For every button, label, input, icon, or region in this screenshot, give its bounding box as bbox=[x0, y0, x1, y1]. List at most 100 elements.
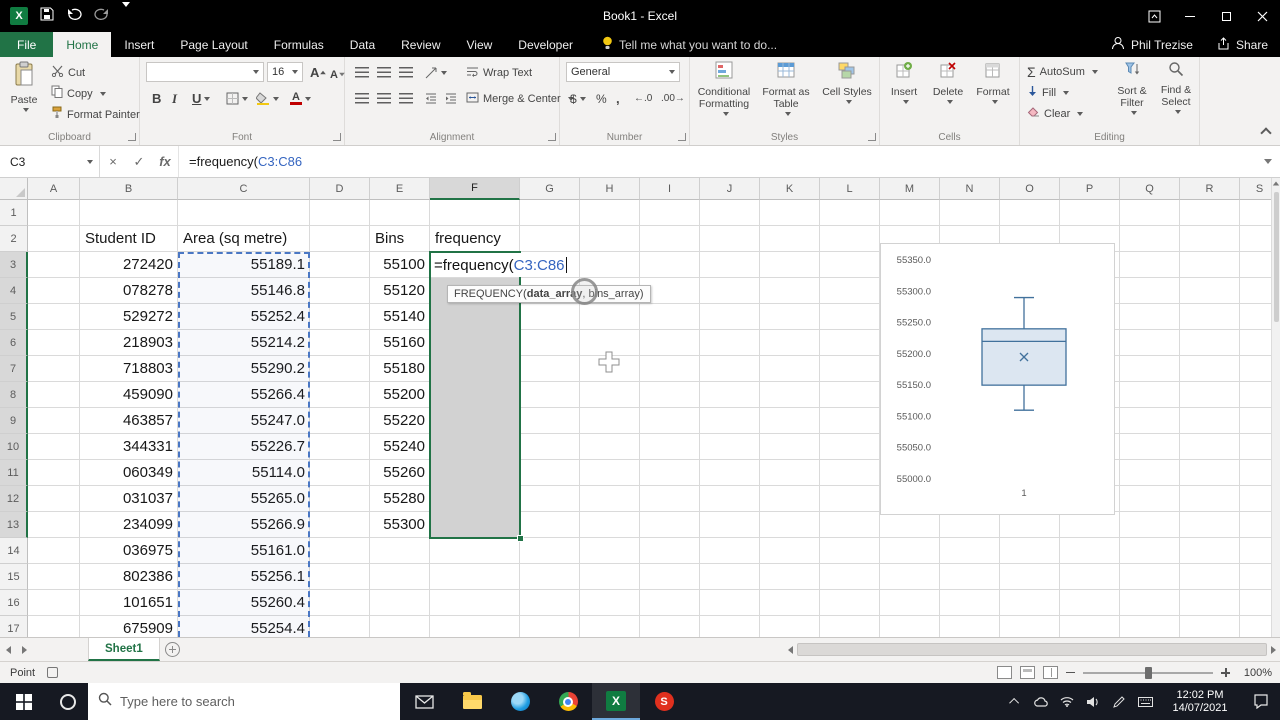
close-button[interactable] bbox=[1244, 0, 1280, 32]
row-header-16[interactable]: 16 bbox=[0, 590, 28, 616]
column-header-M[interactable]: M bbox=[880, 178, 940, 200]
row-header-4[interactable]: 4 bbox=[0, 278, 28, 304]
pen-icon[interactable] bbox=[1106, 695, 1132, 708]
wrap-text-button[interactable]: Wrap Text bbox=[463, 62, 535, 83]
column-header-E[interactable]: E bbox=[370, 178, 430, 200]
cell-E5[interactable]: 55140 bbox=[370, 304, 430, 330]
new-sheet-button[interactable] bbox=[160, 638, 186, 661]
vertical-scroll-thumb[interactable] bbox=[1273, 192, 1279, 322]
cell-B10[interactable]: 344331 bbox=[80, 434, 178, 460]
maximize-button[interactable] bbox=[1208, 0, 1244, 32]
row-header-14[interactable]: 14 bbox=[0, 538, 28, 564]
ribbon-display-options-icon[interactable] bbox=[1136, 0, 1172, 32]
snagit-icon[interactable]: S bbox=[640, 683, 688, 720]
tab-file[interactable]: File bbox=[0, 32, 54, 57]
column-header-B[interactable]: B bbox=[80, 178, 178, 200]
cell-E10[interactable]: 55240 bbox=[370, 434, 430, 460]
cell-B16[interactable]: 101651 bbox=[80, 590, 178, 616]
insert-function-icon[interactable]: fx bbox=[152, 146, 178, 177]
cell-B15[interactable]: 802386 bbox=[80, 564, 178, 590]
formula-bar-expand-icon[interactable] bbox=[1256, 146, 1280, 177]
column-header-F[interactable]: F bbox=[430, 178, 520, 200]
zoom-out-icon[interactable] bbox=[1066, 671, 1075, 674]
boxplot-chart[interactable]: 55350.0 55300.0 55250.0 55200.0 55150.0 55100… bbox=[880, 243, 1115, 515]
row-header-8[interactable]: 8 bbox=[0, 382, 28, 408]
onedrive-cloud-icon[interactable] bbox=[1028, 696, 1054, 707]
column-header-N[interactable]: N bbox=[940, 178, 1000, 200]
cell-styles-button[interactable]: Cell Styles bbox=[817, 61, 877, 104]
scroll-left-icon[interactable] bbox=[788, 645, 793, 654]
top-align-icon[interactable] bbox=[351, 62, 373, 83]
increase-decimal-button[interactable]: ←.0 bbox=[630, 88, 656, 109]
cell-B14[interactable]: 036975 bbox=[80, 538, 178, 564]
column-header-D[interactable]: D bbox=[310, 178, 370, 200]
column-header-G[interactable]: G bbox=[520, 178, 580, 200]
cell-E9[interactable]: 55220 bbox=[370, 408, 430, 434]
find-select-button[interactable]: Find & Select bbox=[1154, 61, 1198, 114]
cell-B11[interactable]: 060349 bbox=[80, 460, 178, 486]
column-header-A[interactable]: A bbox=[28, 178, 80, 200]
number-format-combobox[interactable]: General bbox=[566, 62, 680, 82]
row-header-3[interactable]: 3 bbox=[0, 252, 28, 278]
cell-E8[interactable]: 55200 bbox=[370, 382, 430, 408]
minimize-button[interactable] bbox=[1172, 0, 1208, 32]
cell-B3[interactable]: 272420 bbox=[80, 252, 178, 278]
align-left-icon[interactable] bbox=[351, 88, 373, 109]
bottom-align-icon[interactable] bbox=[395, 62, 417, 83]
cell-E3[interactable]: 55100 bbox=[370, 252, 430, 278]
row-header-12[interactable]: 12 bbox=[0, 486, 28, 512]
tab-developer[interactable]: Developer bbox=[505, 32, 586, 57]
cell-F2[interactable]: frequency bbox=[430, 226, 520, 252]
column-header-C[interactable]: C bbox=[178, 178, 310, 200]
save-icon[interactable] bbox=[40, 7, 54, 26]
normal-view-icon[interactable] bbox=[997, 666, 1012, 679]
accounting-format-button[interactable]: $ bbox=[566, 88, 590, 109]
customize-qat-icon[interactable] bbox=[122, 2, 130, 25]
tell-me-box[interactable]: Tell me what you want to do... bbox=[602, 32, 777, 57]
touch-keyboard-icon[interactable] bbox=[1132, 696, 1158, 707]
zoom-level[interactable]: 100% bbox=[1238, 667, 1272, 679]
orientation-icon[interactable] bbox=[421, 62, 451, 83]
active-cell-editor[interactable]: =frequency(C3:C86 bbox=[431, 253, 570, 277]
decrease-decimal-button[interactable]: .00→ bbox=[657, 88, 689, 109]
percent-style-button[interactable]: % bbox=[592, 88, 611, 109]
styles-dialog-launcher[interactable] bbox=[868, 133, 876, 141]
sheet-tab-sheet1[interactable]: Sheet1 bbox=[88, 638, 160, 661]
cell-B17[interactable]: 675909 bbox=[80, 616, 178, 637]
cell-E4[interactable]: 55120 bbox=[370, 278, 430, 304]
row-header-10[interactable]: 10 bbox=[0, 434, 28, 460]
insert-cells-button[interactable]: Insert bbox=[882, 61, 926, 104]
cortana-button[interactable] bbox=[48, 683, 88, 720]
taskbar-clock[interactable]: 12:02 PM 14/07/2021 bbox=[1158, 689, 1242, 715]
format-as-table-button[interactable]: Format as Table bbox=[755, 61, 817, 116]
row-header-5[interactable]: 5 bbox=[0, 304, 28, 330]
name-box[interactable]: C3 bbox=[0, 146, 100, 177]
mail-icon[interactable] bbox=[400, 683, 448, 720]
column-header-H[interactable]: H bbox=[580, 178, 640, 200]
cell-E12[interactable]: 55280 bbox=[370, 486, 430, 512]
select-all-button[interactable] bbox=[0, 178, 28, 200]
font-color-button[interactable]: A bbox=[286, 88, 315, 109]
row-header-1[interactable]: 1 bbox=[0, 200, 28, 226]
format-painter-button[interactable]: Format Painter bbox=[48, 104, 143, 125]
volume-icon[interactable] bbox=[1080, 696, 1106, 708]
column-header-R[interactable]: R bbox=[1180, 178, 1240, 200]
action-center-icon[interactable] bbox=[1242, 683, 1280, 720]
scroll-right-icon[interactable] bbox=[1271, 645, 1276, 654]
align-right-icon[interactable] bbox=[395, 88, 417, 109]
column-header-I[interactable]: I bbox=[640, 178, 700, 200]
row-header-17[interactable]: 17 bbox=[0, 616, 28, 637]
italic-button[interactable]: I bbox=[168, 88, 181, 109]
zoom-slider-thumb[interactable] bbox=[1145, 666, 1152, 679]
number-dialog-launcher[interactable] bbox=[678, 133, 686, 141]
undo-icon[interactable] bbox=[66, 7, 82, 25]
taskbar-search[interactable] bbox=[88, 683, 400, 720]
network-icon[interactable] bbox=[1054, 696, 1080, 707]
spreadsheet-grid[interactable]: =frequency(C3:C86 55350.0 55300.0 55250.0 5… bbox=[0, 178, 1280, 637]
column-header-Q[interactable]: Q bbox=[1120, 178, 1180, 200]
row-header-7[interactable]: 7 bbox=[0, 356, 28, 382]
bold-button[interactable]: B bbox=[148, 88, 165, 109]
cell-B8[interactable]: 459090 bbox=[80, 382, 178, 408]
cell-B12[interactable]: 031037 bbox=[80, 486, 178, 512]
clear-button[interactable]: Clear bbox=[1024, 103, 1086, 124]
